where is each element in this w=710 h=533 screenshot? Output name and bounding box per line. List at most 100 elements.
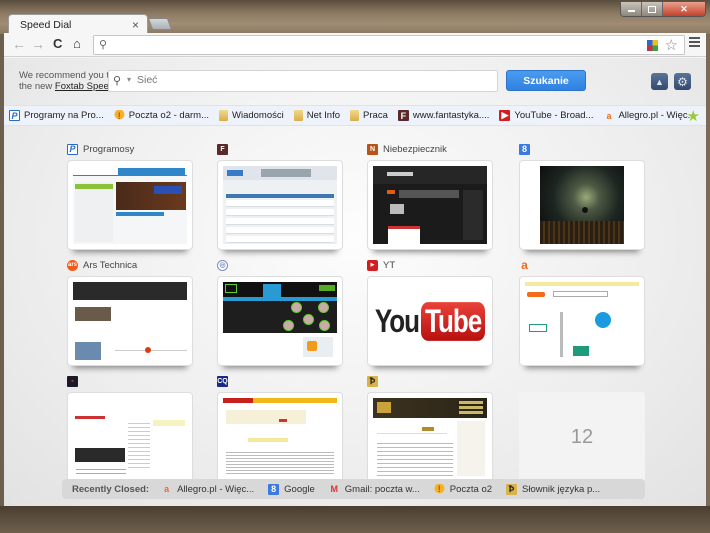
- tile-thumbnail[interactable]: [367, 160, 493, 250]
- extension-icon[interactable]: [647, 40, 658, 51]
- google-icon: 8: [519, 143, 530, 155]
- recently-closed-item[interactable]: a Allegro.pl - Więc...: [161, 484, 254, 495]
- search-icon: ⚲: [99, 39, 108, 51]
- maximize-button[interactable]: [642, 2, 663, 16]
- bookmark-item[interactable]: ▶ YouTube - Broad...: [499, 110, 593, 121]
- dial-tile[interactable]: ars Ars Technica: [67, 258, 195, 366]
- tile-title: Programosy: [83, 143, 135, 155]
- menu-icon[interactable]: [689, 37, 700, 49]
- youtube-logo: You Tube: [373, 282, 487, 360]
- tile-thumbnail[interactable]: [217, 160, 343, 250]
- tile-thumbnail[interactable]: You Tube: [367, 276, 493, 366]
- bookmark-item[interactable]: P Programy na Pro...: [9, 110, 104, 121]
- collapse-icon[interactable]: ▲: [651, 73, 668, 90]
- recent-label: Gmail: poczta w...: [344, 483, 420, 495]
- bookmark-label: Poczta o2 - darm...: [128, 110, 209, 121]
- tab-speed-dial[interactable]: Speed Dial ×: [8, 14, 148, 34]
- search-button[interactable]: Szukanie: [506, 70, 586, 91]
- dark-site-icon: ▪: [67, 375, 78, 387]
- recently-closed-item[interactable]: Ꝥ Słownik języka p...: [506, 483, 600, 495]
- tile-title: Niebezpiecznik: [383, 143, 447, 155]
- allegro-icon: a: [164, 484, 170, 494]
- allegro-icon: a: [606, 110, 612, 121]
- minimize-button[interactable]: [621, 2, 642, 16]
- search-field[interactable]: ⚲ ▾: [108, 70, 498, 92]
- youtube-logo-tube: Tube: [421, 301, 486, 341]
- toolbar: ← → C ⌂ ⚲ ☆: [4, 33, 706, 57]
- bookmark-star-icon[interactable]: ☆: [665, 36, 678, 54]
- dial-tile-empty[interactable]: 12: [519, 374, 647, 482]
- dial-tile[interactable]: N Niebezpiecznik: [367, 142, 495, 250]
- tab-close-icon[interactable]: ×: [132, 18, 139, 32]
- bookmark-label: Wiadomości: [232, 110, 284, 121]
- ars-technica-icon: ars: [67, 259, 78, 271]
- bookmarks-bar: P Programy na Pro... ! Poczta o2 - darm...…: [4, 105, 706, 126]
- sjp-icon: Ꝥ: [367, 375, 378, 387]
- empty-slot-number[interactable]: 12: [519, 392, 645, 482]
- o2-icon: !: [113, 110, 125, 121]
- tile-thumbnail[interactable]: [217, 392, 343, 482]
- bookmark-folder[interactable]: Net Info: [293, 110, 341, 121]
- close-icon: ✕: [680, 3, 688, 14]
- forward-arrow-icon[interactable]: →: [31, 36, 45, 52]
- address-bar[interactable]: ⚲ ☆: [93, 35, 685, 55]
- dial-tile[interactable]: ◎: [217, 258, 345, 366]
- tile-thumbnail[interactable]: [67, 160, 193, 250]
- tile-thumbnail[interactable]: [367, 392, 493, 482]
- bookmark-folder[interactable]: Wiadomości: [219, 110, 284, 121]
- dial-tile[interactable]: a: [519, 258, 647, 366]
- search-engine-icon[interactable]: ⚲: [113, 74, 121, 87]
- tile-thumbnail[interactable]: [519, 276, 645, 366]
- tile-thumbnail[interactable]: [217, 276, 343, 366]
- tile-title: Ars Technica: [83, 259, 138, 271]
- bookmark-item[interactable]: Fwww.fantastyka....: [397, 110, 489, 121]
- search-input[interactable]: [137, 74, 487, 86]
- recently-closed-item[interactable]: 8 Google: [268, 483, 315, 495]
- reload-icon[interactable]: C: [53, 36, 62, 52]
- folder-icon: [350, 110, 360, 121]
- dial-tile[interactable]: F: [217, 142, 345, 250]
- dial-tile[interactable]: ▶ YT You Tube: [367, 258, 495, 366]
- tile-thumbnail[interactable]: [67, 392, 193, 482]
- home-icon[interactable]: ⌂: [73, 36, 81, 52]
- fantastyka-icon: F: [217, 143, 228, 155]
- maximize-icon: [648, 5, 656, 13]
- gmail-icon: M: [330, 484, 339, 494]
- bookmark-label: YouTube - Broad...: [514, 110, 594, 121]
- dial-tile[interactable]: 8: [519, 142, 647, 250]
- tile-thumbnail[interactable]: [67, 276, 193, 366]
- dial-tile[interactable]: ▪: [67, 374, 195, 482]
- chevron-down-icon[interactable]: ▾: [127, 75, 131, 84]
- tile-thumbnail[interactable]: [519, 160, 645, 250]
- recently-closed-item[interactable]: M Gmail: poczta w...: [329, 484, 420, 495]
- promo-line-2: the new: [19, 81, 55, 92]
- gear-icon[interactable]: ⚙: [674, 73, 691, 90]
- tab-title: Speed Dial: [20, 18, 72, 31]
- youtube-icon: ▶: [499, 110, 511, 121]
- close-window-button[interactable]: ✕: [663, 2, 705, 16]
- speed-dial-page: We recommend you to try the new Foxtab S…: [4, 58, 706, 506]
- bookmark-folder[interactable]: Praca: [350, 110, 388, 121]
- new-tab-button[interactable]: [147, 18, 173, 30]
- programosy-icon: P: [67, 143, 78, 155]
- bookmark-label: Programy na Pro...: [24, 110, 104, 121]
- bookmark-label: Net Info: [306, 110, 341, 121]
- recently-closed-item[interactable]: ! Poczta o2: [433, 483, 492, 495]
- window-controls: ✕: [620, 1, 706, 17]
- youtube-icon: ▶: [367, 259, 378, 271]
- bookmark-label: Praca: [363, 110, 388, 121]
- minimize-icon: [627, 10, 635, 12]
- bookmark-item[interactable]: ! Poczta o2 - darm...: [113, 110, 209, 121]
- youtube-logo-you: You: [374, 301, 420, 340]
- star-icon[interactable]: ★: [687, 107, 700, 125]
- cq-icon: CQ: [217, 375, 228, 387]
- bookmark-item[interactable]: a Allegro.pl - Więc...: [603, 110, 695, 121]
- niebezpiecznik-icon: N: [367, 143, 378, 155]
- google-icon: 8: [268, 483, 280, 495]
- fantastyka-icon: F: [397, 110, 409, 121]
- dial-tile[interactable]: Ꝥ: [367, 374, 495, 482]
- dial-tile[interactable]: CQ: [217, 374, 345, 482]
- dial-tile[interactable]: P Programosy: [67, 142, 195, 250]
- back-arrow-icon[interactable]: ←: [12, 36, 26, 52]
- sjp-icon: Ꝥ: [506, 483, 518, 495]
